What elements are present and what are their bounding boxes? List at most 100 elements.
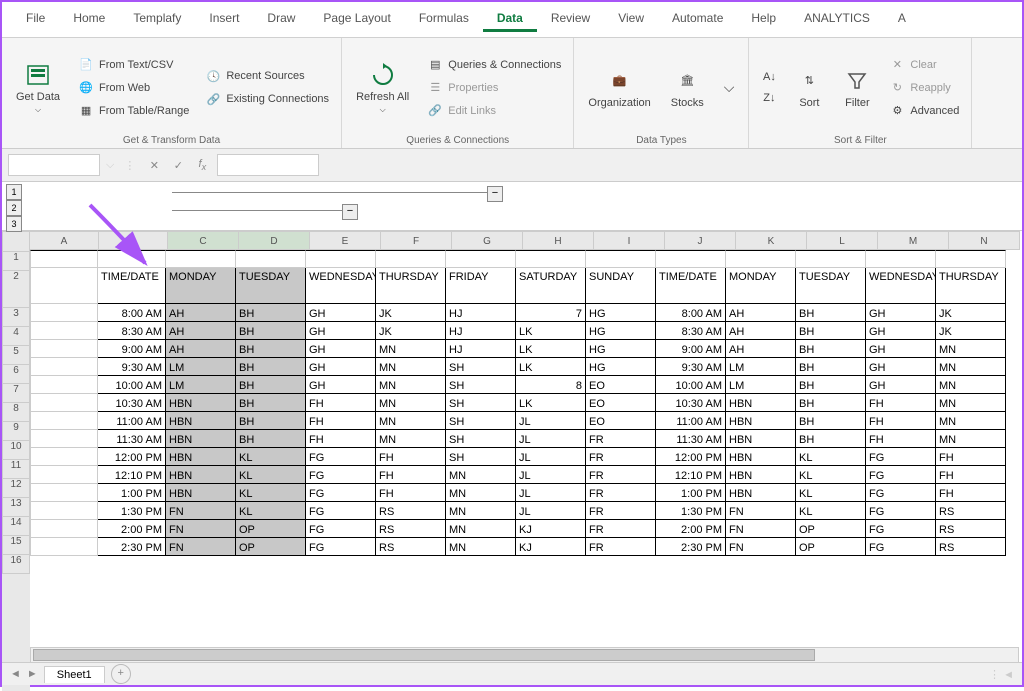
cell[interactable]: JL [516,484,586,502]
cell[interactable]: HG [586,322,656,340]
cell[interactable]: JL [516,502,586,520]
row-header-10[interactable]: 10 [2,441,30,460]
cell[interactable]: FG [306,502,376,520]
cell[interactable] [30,268,98,304]
tab-analytics[interactable]: ANALYTICS [790,7,884,32]
horizontal-scrollbar[interactable] [30,647,1019,663]
cell[interactable]: MN [376,412,446,430]
cell[interactable]: HJ [446,322,516,340]
cell[interactable]: FH [306,394,376,412]
outline-level-1[interactable]: 1 [6,184,22,200]
cell[interactable]: AH [166,340,236,358]
cell[interactable]: FH [376,466,446,484]
cell[interactable]: BH [796,394,866,412]
cancel-formula-button[interactable]: ✕ [145,156,163,174]
cell[interactable]: FR [586,448,656,466]
cell[interactable]: RS [376,520,446,538]
cell[interactable]: FR [586,502,656,520]
cell[interactable]: BH [796,376,866,394]
cell[interactable]: FG [306,484,376,502]
sheet-tab[interactable]: Sheet1 [44,666,105,683]
tab-a[interactable]: A [884,7,920,32]
cell[interactable]: 10:00 AM [656,376,726,394]
cell[interactable]: HBN [166,448,236,466]
cell[interactable]: SATURDAY [516,268,586,304]
add-sheet-button[interactable]: + [111,664,131,684]
cell[interactable]: MN [446,538,516,556]
cell[interactable]: AH [726,340,796,358]
cell[interactable]: LM [166,376,236,394]
from-table-button[interactable]: ▦From Table/Range [74,101,193,121]
row-header-3[interactable]: 3 [2,308,30,327]
cell[interactable]: JK [376,322,446,340]
tab-draw[interactable]: Draw [253,7,309,32]
tab-data[interactable]: Data [483,7,537,32]
cell[interactable]: KL [796,484,866,502]
cell[interactable]: MN [446,520,516,538]
cell[interactable]: AH [726,304,796,322]
cell[interactable]: FN [726,520,796,538]
sheet-nav-prev[interactable]: ◄ [10,668,21,680]
cell[interactable]: MN [376,394,446,412]
cell[interactable]: BH [236,322,306,340]
col-header-I[interactable]: I [594,231,665,250]
cell[interactable]: HBN [726,466,796,484]
cell[interactable]: GH [866,376,936,394]
cell[interactable]: HJ [446,340,516,358]
cell[interactable]: MN [446,502,516,520]
cell[interactable] [30,340,98,358]
sort-asc-button[interactable]: A↓ [757,67,781,87]
cell[interactable]: FH [936,448,1006,466]
tab-formulas[interactable]: Formulas [405,7,483,32]
cell[interactable]: 11:30 AM [656,430,726,448]
cell[interactable] [30,394,98,412]
cell[interactable]: 12:10 PM [98,466,166,484]
cell[interactable] [306,250,376,268]
cell[interactable] [30,412,98,430]
cell[interactable]: BH [236,358,306,376]
col-header-A[interactable]: A [30,231,99,250]
cell[interactable]: RS [936,520,1006,538]
cell[interactable]: GH [866,304,936,322]
tab-file[interactable]: File [12,7,59,32]
col-header-B[interactable]: B [99,231,168,250]
cell[interactable]: LM [726,358,796,376]
from-web-button[interactable]: 🌐From Web [74,78,193,98]
cell[interactable]: OP [796,520,866,538]
col-header-J[interactable]: J [665,231,736,250]
cell[interactable] [446,250,516,268]
cell[interactable] [586,250,656,268]
cell[interactable] [516,250,586,268]
cell[interactable]: GH [306,358,376,376]
cell[interactable]: LK [516,340,586,358]
cell[interactable]: FG [866,466,936,484]
cell[interactable] [936,250,1006,268]
cell[interactable]: FN [166,502,236,520]
cell[interactable] [376,250,446,268]
row-header-2[interactable]: 2 [2,271,30,308]
cell[interactable]: FN [726,502,796,520]
properties-button[interactable]: ☰Properties [423,78,565,98]
cell[interactable]: FN [166,520,236,538]
cell[interactable]: KJ [516,520,586,538]
cell[interactable]: FG [866,484,936,502]
cell[interactable]: JL [516,430,586,448]
col-header-L[interactable]: L [807,231,878,250]
cell[interactable]: HBN [166,466,236,484]
cell[interactable]: AH [726,322,796,340]
cell[interactable]: KJ [516,538,586,556]
cell[interactable]: FH [936,466,1006,484]
cell[interactable] [30,448,98,466]
cell[interactable]: BH [236,412,306,430]
cell[interactable]: BH [236,340,306,358]
cell[interactable]: JL [516,448,586,466]
cell[interactable]: LK [516,394,586,412]
cell[interactable]: 1:00 PM [656,484,726,502]
cell[interactable]: SH [446,448,516,466]
refresh-all-button[interactable]: Refresh All ⌵ [350,42,415,133]
cell[interactable]: 8:00 AM [656,304,726,322]
cell[interactable]: RS [376,538,446,556]
row-header-7[interactable]: 7 [2,384,30,403]
cell[interactable]: JK [376,304,446,322]
row-header-15[interactable]: 15 [2,536,30,555]
